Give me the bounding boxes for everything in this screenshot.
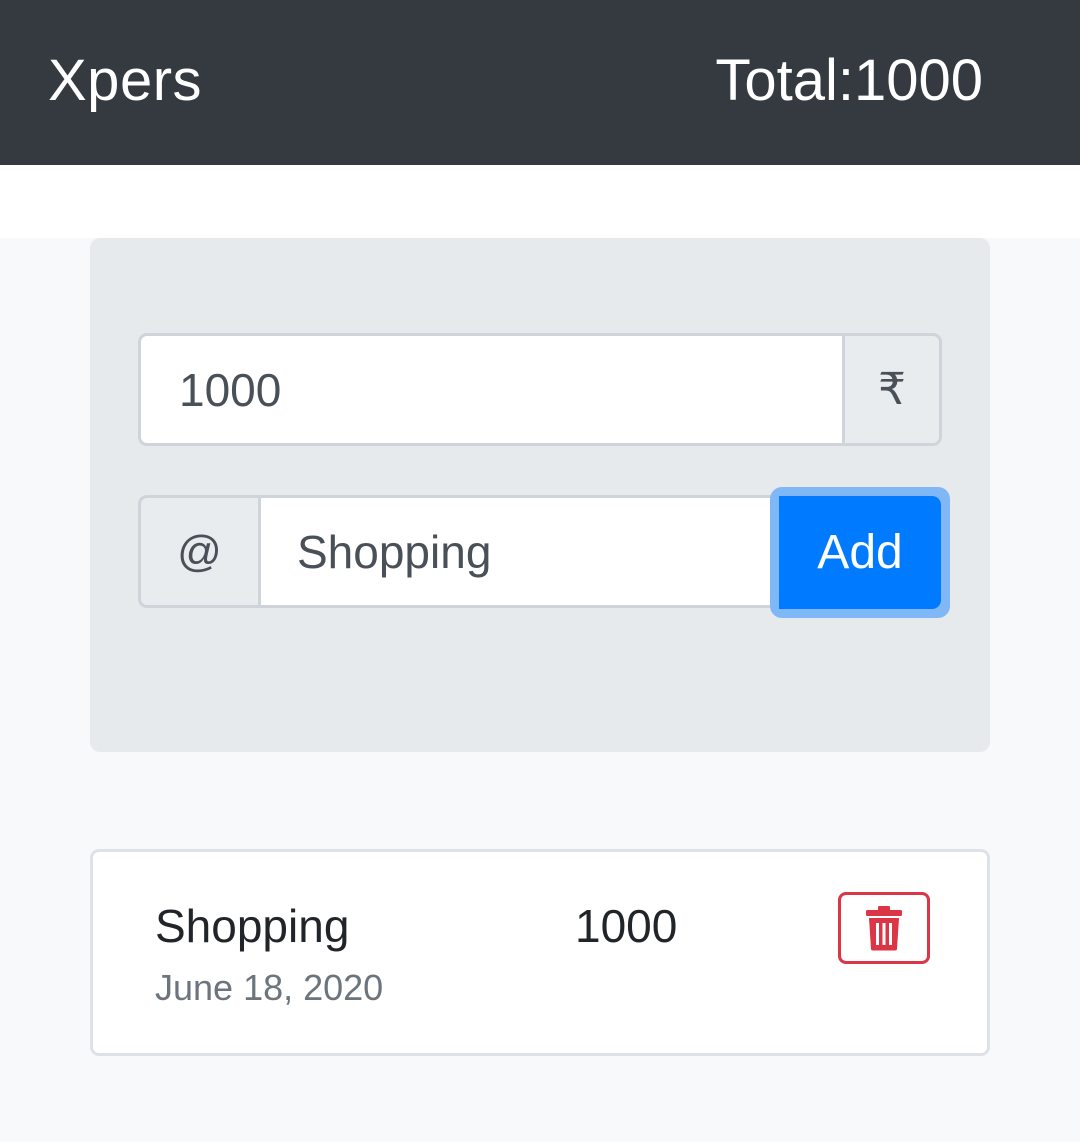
amount-input-value: 1000 xyxy=(179,363,282,416)
delete-button[interactable] xyxy=(838,892,930,964)
navbar: Xpers Total: 1000 xyxy=(0,0,1080,165)
currency-addon: ₹ xyxy=(842,333,942,446)
amount-input[interactable]: 1000 xyxy=(138,333,842,446)
at-addon: @ xyxy=(138,495,258,608)
trash-icon xyxy=(866,906,902,951)
amount-input-group: 1000 ₹ xyxy=(138,333,942,446)
note-input[interactable]: Shopping xyxy=(258,495,778,608)
at-icon: @ xyxy=(177,526,222,576)
brand-title[interactable]: Xpers xyxy=(48,46,202,116)
rupee-icon: ₹ xyxy=(878,365,906,414)
expense-title: Shopping xyxy=(155,900,350,952)
expense-date: June 18, 2020 xyxy=(155,967,384,1008)
total-label: Total: xyxy=(715,48,854,113)
list-item: Shopping June 18, 2020 1000 xyxy=(90,849,990,1056)
add-button-focus-ring: Add xyxy=(770,487,950,618)
total-display: Total: 1000 xyxy=(715,46,983,116)
note-input-value: Shopping xyxy=(297,525,492,578)
expense-amount: 1000 xyxy=(575,900,678,952)
total-value: 1000 xyxy=(853,48,983,113)
add-button[interactable]: Add xyxy=(779,496,941,609)
